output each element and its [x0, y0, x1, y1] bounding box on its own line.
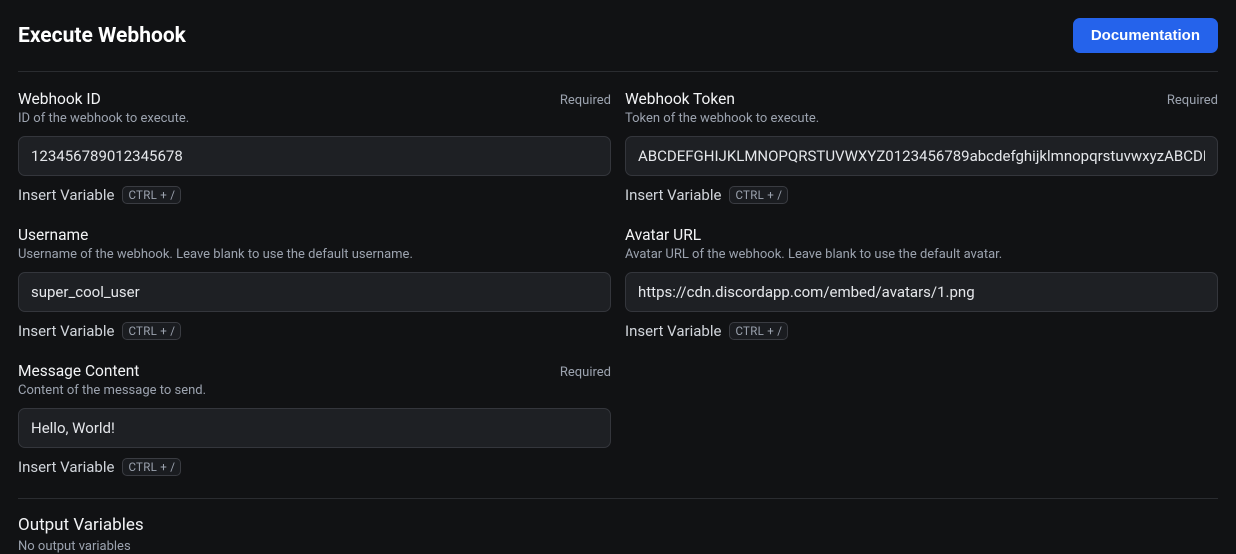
- required-tag: Required: [560, 365, 611, 380]
- avatar-url-description: Avatar URL of the webhook. Leave blank t…: [625, 247, 1218, 262]
- field-username: Username Username of the webhook. Leave …: [18, 226, 611, 340]
- output-variables-title: Output Variables: [18, 515, 1218, 535]
- webhook-token-label: Webhook Token: [625, 90, 735, 108]
- output-variables-empty: No output variables: [18, 539, 1218, 554]
- shortcut-badge: CTRL + /: [122, 458, 181, 476]
- insert-variable-row[interactable]: Insert Variable CTRL + /: [18, 322, 611, 340]
- avatar-url-label: Avatar URL: [625, 226, 701, 244]
- insert-variable-row[interactable]: Insert Variable CTRL + /: [625, 186, 1218, 204]
- required-tag: Required: [1167, 93, 1218, 108]
- webhook-token-input[interactable]: [625, 136, 1218, 176]
- webhook-id-label: Webhook ID: [18, 90, 101, 108]
- shortcut-badge: CTRL + /: [729, 186, 788, 204]
- shortcut-badge: CTRL + /: [122, 322, 181, 340]
- field-webhook-id: Webhook ID Required ID of the webhook to…: [18, 90, 611, 204]
- message-content-input[interactable]: [18, 408, 611, 448]
- insert-variable-label: Insert Variable: [18, 186, 114, 204]
- page-title: Execute Webhook: [18, 24, 186, 48]
- username-label: Username: [18, 226, 88, 244]
- required-tag: Required: [560, 93, 611, 108]
- insert-variable-label: Insert Variable: [625, 186, 721, 204]
- field-avatar-url: Avatar URL Avatar URL of the webhook. Le…: [625, 226, 1218, 340]
- documentation-button[interactable]: Documentation: [1073, 18, 1218, 53]
- insert-variable-row[interactable]: Insert Variable CTRL + /: [18, 186, 611, 204]
- insert-variable-label: Insert Variable: [18, 322, 114, 340]
- webhook-token-description: Token of the webhook to execute.: [625, 111, 1218, 126]
- message-content-label: Message Content: [18, 362, 139, 380]
- insert-variable-label: Insert Variable: [18, 458, 114, 476]
- shortcut-badge: CTRL + /: [729, 322, 788, 340]
- message-content-description: Content of the message to send.: [18, 383, 611, 398]
- field-message-content: Message Content Required Content of the …: [18, 362, 611, 476]
- username-input[interactable]: [18, 272, 611, 312]
- avatar-url-input[interactable]: [625, 272, 1218, 312]
- field-webhook-token: Webhook Token Required Token of the webh…: [625, 90, 1218, 204]
- webhook-id-input[interactable]: [18, 136, 611, 176]
- shortcut-badge: CTRL + /: [122, 186, 181, 204]
- insert-variable-row[interactable]: Insert Variable CTRL + /: [18, 458, 611, 476]
- webhook-id-description: ID of the webhook to execute.: [18, 111, 611, 126]
- insert-variable-row[interactable]: Insert Variable CTRL + /: [625, 322, 1218, 340]
- username-description: Username of the webhook. Leave blank to …: [18, 247, 611, 262]
- insert-variable-label: Insert Variable: [625, 322, 721, 340]
